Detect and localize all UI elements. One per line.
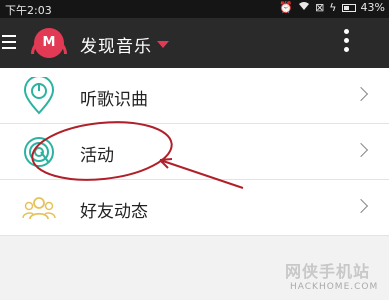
battery-icon	[341, 3, 356, 12]
page-title[interactable]: 发现音乐	[80, 32, 152, 57]
app-bar: M 发现音乐	[0, 18, 389, 68]
chevron-right-icon	[353, 86, 369, 102]
overflow-menu-icon[interactable]	[344, 29, 350, 59]
list-item-label: 活动	[80, 146, 114, 166]
status-bar: 下午2:03 ⏰ ⊠ ϟ 43%	[0, 0, 389, 18]
status-time: 下午2:03	[5, 4, 52, 17]
list-item-activity[interactable]: 活动	[0, 124, 389, 180]
chevron-right-icon	[353, 198, 369, 214]
discover-list: 听歌识曲 活动 好友动态	[0, 68, 389, 236]
list-item-label: 听歌识曲	[80, 90, 148, 110]
wifi-icon	[298, 1, 310, 14]
caret-down-icon[interactable]	[157, 41, 169, 48]
battery-percent: 43%	[360, 1, 385, 14]
status-icons: ⏰ ⊠ ϟ 43%	[279, 1, 385, 14]
list-item-label: 好友动态	[80, 202, 148, 222]
logo-letter: M	[42, 35, 56, 50]
watermark: 网侠手机站	[285, 262, 371, 281]
friends-icon	[22, 197, 56, 220]
watermark-domain: HACKHOME.COM	[290, 282, 379, 292]
list-item-friends[interactable]: 好友动态	[0, 180, 389, 236]
charging-icon: ϟ	[329, 1, 337, 14]
alarm-icon: ⏰	[279, 1, 294, 14]
activity-icon	[24, 137, 54, 167]
chevron-right-icon	[353, 142, 369, 158]
list-item-song-recognition[interactable]: 听歌识曲	[0, 68, 389, 124]
no-sim-icon: ⊠	[315, 1, 325, 14]
app-logo: M	[31, 28, 67, 58]
song-recognition-icon	[23, 77, 55, 115]
hamburger-icon[interactable]	[2, 35, 16, 49]
